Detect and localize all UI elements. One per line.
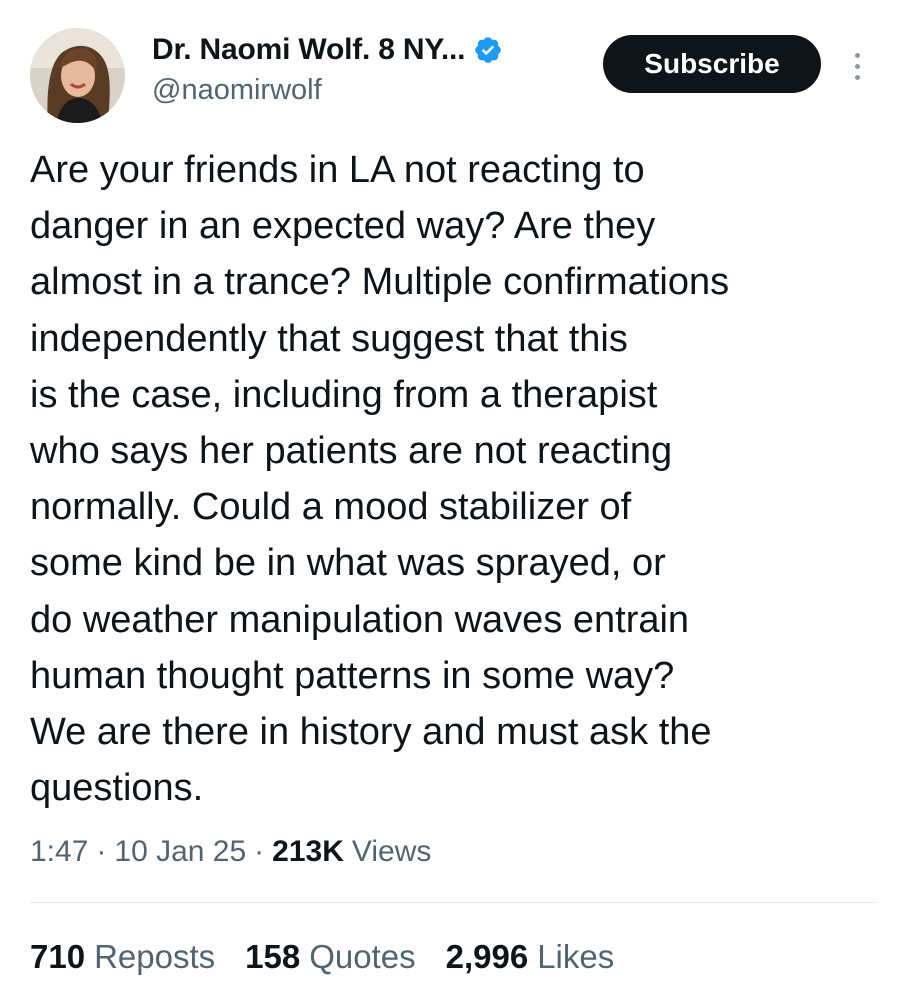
tweet-text-line: normally. Could a mood stabilizer of bbox=[30, 486, 632, 529]
reposts-count: 710 bbox=[30, 938, 86, 975]
author-handle[interactable]: @naomirwolf bbox=[152, 74, 322, 107]
engagement-stats: 710 Reposts 158 Quotes 2,996 Likes bbox=[30, 934, 644, 980]
tweet-text-line: questions. bbox=[30, 767, 204, 810]
tweet-text-line: independently that suggest that this bbox=[30, 317, 628, 360]
author-name-row: Dr. Naomi Wolf. 8 NY... bbox=[152, 30, 503, 70]
likes-stat[interactable]: 2,996 Likes bbox=[446, 938, 615, 976]
tweet-text-line: Are your friends in LA not reacting to bbox=[30, 149, 645, 191]
likes-label: Likes bbox=[537, 938, 615, 975]
tweet-text: Are your friends in LA not reacting to d… bbox=[30, 142, 880, 816]
tweet-text-line: human thought patterns in some way? bbox=[30, 654, 675, 697]
divider bbox=[30, 902, 876, 903]
views-label[interactable]: Views bbox=[352, 835, 431, 869]
reposts-label: Reposts bbox=[94, 938, 216, 975]
quotes-stat[interactable]: 158 Quotes bbox=[245, 938, 415, 976]
meta-separator: · bbox=[254, 835, 265, 868]
display-name[interactable]: Dr. Naomi Wolf. 8 NY... bbox=[152, 33, 465, 67]
tweet-card: Dr. Naomi Wolf. 8 NY... @naomirwolf Subs… bbox=[0, 0, 905, 1000]
tweet-date[interactable]: 10 Jan 25 bbox=[114, 835, 246, 869]
likes-count: 2,996 bbox=[445, 938, 529, 975]
views-count[interactable]: 213K bbox=[272, 835, 344, 869]
tweet-text-line: do weather manipulation waves entrain bbox=[30, 598, 690, 641]
verified-badge-icon[interactable] bbox=[473, 35, 503, 65]
tweet-text-line: who says her patients are not reacting bbox=[30, 430, 673, 473]
tweet-meta: 1:47 · 10 Jan 25 · 213K Views bbox=[30, 830, 431, 874]
tweet-text-line: is the case, including from a therapist bbox=[30, 373, 658, 416]
subscribe-button[interactable]: Subscribe bbox=[603, 35, 821, 93]
quotes-count: 158 bbox=[245, 938, 301, 975]
tweet-text-line: some kind be in what was sprayed, or bbox=[30, 542, 666, 585]
meta-separator: · bbox=[96, 835, 107, 868]
quotes-label: Quotes bbox=[309, 938, 416, 975]
profile-photo bbox=[30, 28, 125, 123]
more-options-icon[interactable] bbox=[842, 44, 872, 88]
tweet-text-line: almost in a trance? Multiple confirmatio… bbox=[30, 261, 730, 304]
avatar[interactable] bbox=[30, 28, 125, 123]
tweet-text-line: We are there in history and must ask the bbox=[30, 711, 712, 754]
tweet-time[interactable]: 1:47 bbox=[30, 835, 88, 869]
tweet-text-line: danger in an expected way? Are they bbox=[30, 205, 656, 248]
reposts-stat[interactable]: 710 Reposts bbox=[30, 938, 215, 976]
